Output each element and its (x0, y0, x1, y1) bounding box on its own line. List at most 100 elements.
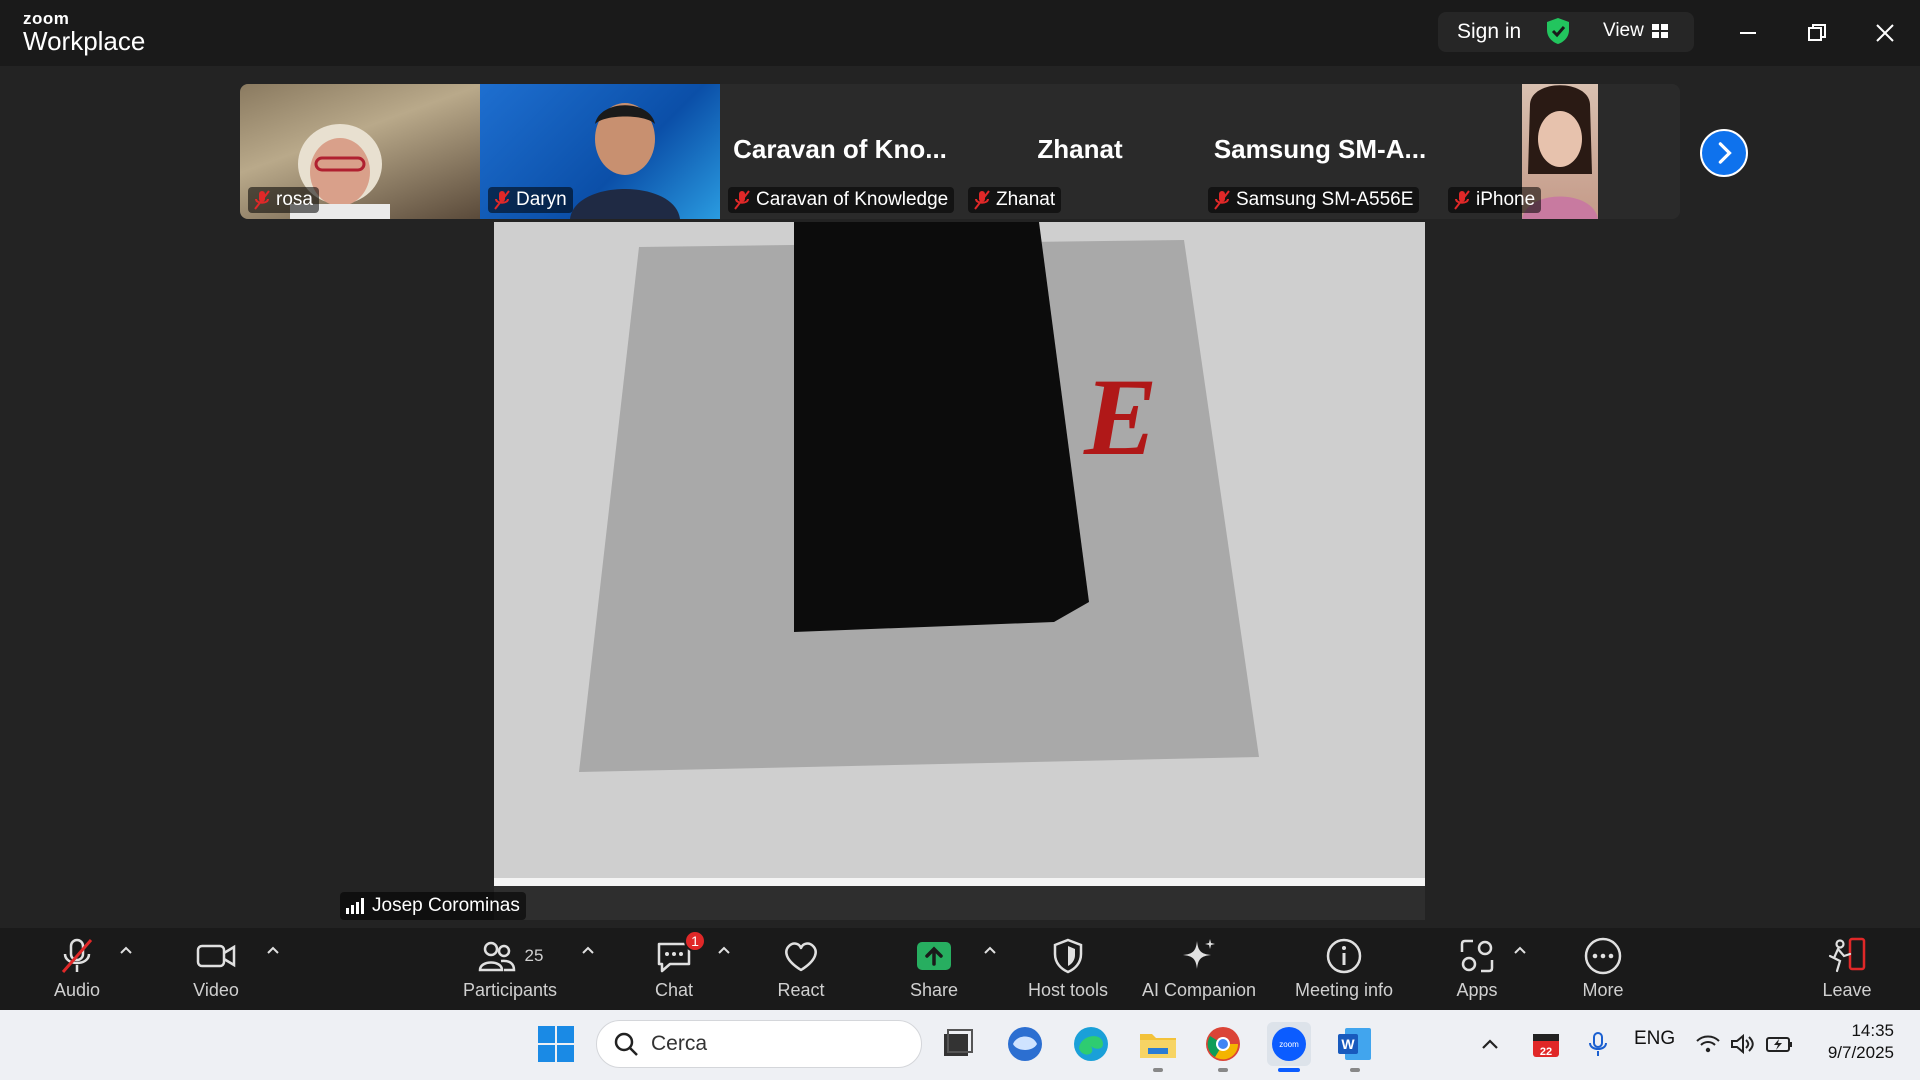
chrome-browser-icon[interactable] (1201, 1022, 1245, 1066)
meeting-controls-toolbar: Audio Video 25 Participants 1 Chat React… (0, 928, 1920, 1010)
wifi-icon[interactable] (1694, 1030, 1722, 1058)
paper-letter: E (1083, 356, 1157, 478)
word-app-icon[interactable]: W (1333, 1022, 1377, 1066)
apps-options-chevron-up-icon[interactable] (1512, 944, 1528, 956)
chat-unread-badge: 1 (684, 930, 706, 952)
participants-options-chevron-up-icon[interactable] (580, 944, 596, 956)
participant-name: Caravan of Knowledge (756, 189, 949, 210)
speaker-name: Josep Corominas (372, 895, 520, 916)
search-placeholder: Cerca (651, 1032, 708, 1055)
chat-options-chevron-up-icon[interactable] (716, 944, 732, 956)
mic-muted-icon (974, 190, 990, 210)
participant-big-label: Caravan of Kno... (733, 134, 947, 164)
view-button[interactable]: View (1603, 20, 1668, 42)
participants-button[interactable]: 25 Participants (455, 928, 565, 1010)
video-options-chevron-up-icon[interactable] (265, 944, 281, 956)
encryption-shield-icon[interactable] (1545, 17, 1571, 45)
video-label: Video (193, 980, 239, 1000)
edge-browser-icon[interactable] (1069, 1022, 1113, 1066)
svg-text:zoom: zoom (1279, 1040, 1299, 1049)
participant-name: Samsung SM-A556E (1236, 189, 1414, 210)
share-options-chevron-up-icon[interactable] (982, 944, 998, 956)
react-button[interactable]: React (775, 928, 827, 1010)
video-button[interactable]: Video (185, 928, 247, 1010)
thunderbird-app-icon[interactable] (1003, 1022, 1047, 1066)
meeting-info-button[interactable]: Meeting info (1288, 928, 1400, 1010)
participants-label: Participants (462, 980, 558, 1000)
video-camera-icon (196, 944, 236, 968)
share-button[interactable]: Share (906, 928, 962, 1010)
apps-button[interactable]: Apps (1452, 928, 1502, 1010)
signal-strength-icon (346, 898, 364, 914)
participants-icon (478, 941, 515, 972)
zoom-app-icon[interactable]: zoom (1267, 1022, 1311, 1066)
participant-tile-rosa[interactable]: rosa (240, 84, 480, 219)
chrome-running-indicator (1218, 1068, 1228, 1072)
search-icon (614, 1032, 638, 1056)
close-icon[interactable] (1870, 18, 1900, 48)
participant-name-tag: iPhone (1448, 187, 1542, 213)
participant-name-tag: rosa (248, 187, 319, 213)
mic-muted-icon (1454, 190, 1470, 210)
audio-label: Audio (53, 980, 101, 1000)
participant-name: iPhone (1476, 189, 1536, 210)
next-page-chevron-icon[interactable] (1700, 129, 1748, 177)
participant-name-tag: Samsung SM-A556E (1208, 187, 1420, 213)
taskbar-search-box[interactable]: Cerca (596, 1020, 922, 1068)
participant-tile-samsung[interactable]: Samsung SM-A... Samsung SM-A556E (1200, 84, 1440, 219)
minimize-icon[interactable] (1733, 18, 1763, 48)
mic-muted-icon (1214, 190, 1230, 210)
participant-tile-daryn[interactable]: Daryn (480, 84, 720, 219)
more-button[interactable]: More (1578, 928, 1628, 1010)
mic-muted-icon (494, 190, 510, 210)
participant-tile-zhanat[interactable]: Zhanat Zhanat (960, 84, 1200, 219)
mic-muted-icon (254, 190, 270, 210)
meeting-info-label: Meeting info (1294, 980, 1394, 1000)
leave-label: Leave (1822, 980, 1872, 1000)
sign-in-button[interactable]: Sign in (1457, 20, 1521, 44)
word-running-indicator (1350, 1068, 1360, 1072)
input-language-indicator[interactable]: ENG (1634, 1028, 1675, 1050)
more-label: More (1582, 980, 1624, 1000)
share-screen-icon (917, 942, 951, 970)
participant-tile-caravan[interactable]: Caravan of Kno... Caravan of Knowledge (720, 84, 960, 219)
host-tools-button[interactable]: Host tools (1022, 928, 1114, 1010)
share-label: Share (909, 980, 959, 1000)
ai-companion-label: AI Companion (1141, 980, 1257, 1000)
battery-charging-icon[interactable] (1764, 1030, 1794, 1058)
apps-icon (1460, 939, 1494, 973)
chat-label: Chat (654, 980, 694, 1000)
leave-button[interactable]: Leave (1820, 928, 1874, 1010)
speaker-name-tag: Josep Corominas (340, 892, 526, 920)
heart-icon (785, 942, 817, 972)
show-hidden-icons-chevron-up-icon[interactable] (1476, 1030, 1504, 1058)
participants-count: 25 (524, 946, 544, 965)
volume-icon[interactable] (1728, 1030, 1756, 1058)
chat-button[interactable]: 1 Chat (648, 928, 706, 1010)
restore-icon[interactable] (1802, 18, 1832, 48)
participant-name: Daryn (516, 189, 567, 210)
zoom-meeting-window: zoom Workplace Sign in View rosa Daryn C… (0, 0, 1920, 1080)
participant-tile-iphone[interactable]: iPhone (1440, 84, 1680, 219)
audio-button[interactable]: Audio (46, 928, 108, 1010)
task-view-icon[interactable] (934, 1022, 978, 1066)
participant-name-tag: Caravan of Knowledge (728, 187, 955, 213)
svg-text:W: W (1341, 1036, 1355, 1052)
participant-big-label: Samsung SM-A... (1213, 134, 1427, 164)
zoom-workplace-logo: zoom Workplace (23, 10, 145, 54)
microphone-in-use-icon[interactable] (1584, 1030, 1612, 1058)
ai-companion-button[interactable]: AI Companion (1138, 928, 1260, 1010)
audio-options-chevron-up-icon[interactable] (118, 944, 134, 956)
file-explorer-icon[interactable] (1136, 1022, 1180, 1066)
participant-name-tag: Daryn (488, 187, 573, 213)
react-label: React (777, 980, 825, 1000)
participant-big-label: Zhanat (1037, 134, 1123, 164)
host-tools-label: Host tools (1027, 980, 1109, 1000)
calendar-app-icon[interactable]: 22 (1530, 1028, 1562, 1060)
mic-muted-icon (61, 938, 93, 973)
system-clock[interactable]: 14:35 9/7/2025 (1810, 1020, 1894, 1064)
windows-start-icon[interactable] (534, 1022, 578, 1066)
zoom-active-indicator (1278, 1068, 1300, 1072)
clock-time: 14:35 (1851, 1021, 1894, 1040)
participant-name-tag: Zhanat (968, 187, 1062, 213)
